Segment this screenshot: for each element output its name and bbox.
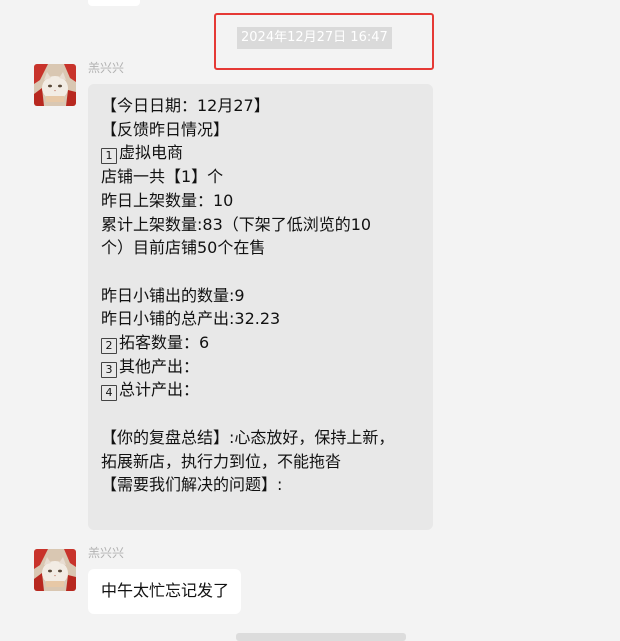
number-badge-icon: 4 xyxy=(101,385,117,402)
avatar-cat-icon xyxy=(34,549,76,591)
message-line xyxy=(101,402,421,426)
message-line: 拓展新店，执行力到位，不能拖沓 xyxy=(101,450,421,474)
message-text: 昨日小铺出的数量:9 xyxy=(101,285,245,305)
sender-name: 羔兴兴 xyxy=(88,61,125,75)
message-line: 4 总计产出： xyxy=(101,378,421,402)
message-text: 拓客数量：6 xyxy=(119,333,210,353)
message-line: 3 其他产出： xyxy=(101,355,421,379)
number-badge-icon: 1 xyxy=(101,148,117,165)
message-line: 2 拓客数量：6 xyxy=(101,331,421,355)
message-text: 累计上架数量:83（下架了低浏览的10 xyxy=(101,214,372,234)
previous-message-bubble xyxy=(88,0,140,6)
next-message-edge xyxy=(236,633,406,641)
message-text: 【反馈昨日情况】 xyxy=(101,119,230,139)
message-line: 【反馈昨日情况】 xyxy=(101,118,421,142)
message-text: 个）目前店铺50个在售 xyxy=(101,238,266,258)
message-text: 昨日上架数量：10 xyxy=(101,190,234,210)
message-text: 昨日小铺的总产出:32.23 xyxy=(101,309,281,329)
message-line: 累计上架数量:83（下架了低浏览的10 xyxy=(101,213,421,237)
message-line: 1 虚拟电商 xyxy=(101,141,421,165)
message-text: 店铺一共【1】个 xyxy=(101,167,224,187)
message-bubble[interactable]: 【今日日期：12月27】 【反馈昨日情况】 1 虚拟电商 店铺一共【1】个 昨日上架数量：… xyxy=(88,84,433,530)
avatar[interactable] xyxy=(34,64,76,106)
message-line: 中午太忙忘记发了 xyxy=(101,579,229,603)
message-text: 拓展新店，执行力到位，不能拖沓 xyxy=(101,451,342,471)
message-line: 【你的复盘总结】:心态放好，保持上新， xyxy=(101,426,421,450)
number-badge-icon: 2 xyxy=(101,338,117,355)
message-text: 【需要我们解决的问题】: xyxy=(101,475,283,495)
message-text: 其他产出： xyxy=(119,356,200,376)
message-bubble[interactable]: 中午太忙忘记发了 xyxy=(88,569,242,614)
message-line: 【今日日期：12月27】 xyxy=(101,94,421,118)
message-line: 昨日小铺的总产出:32.23 xyxy=(101,307,421,331)
message-text: 虚拟电商 xyxy=(119,143,184,163)
sender-name: 羔兴兴 xyxy=(88,546,125,560)
message-line: 店铺一共【1】个 xyxy=(101,165,421,189)
message-text: 总计产出： xyxy=(119,380,200,400)
message-line: 昨日小铺出的数量:9 xyxy=(101,284,421,308)
avatar[interactable] xyxy=(34,549,76,591)
message-text: 【今日日期：12月27】 xyxy=(101,96,270,115)
number-badge-icon: 3 xyxy=(101,361,117,378)
message-line xyxy=(101,260,421,284)
message-text: 【你的复盘总结】:心态放好，保持上新， xyxy=(101,427,395,447)
message-line: 【需要我们解决的问题】: xyxy=(101,473,421,497)
message-line: 昨日上架数量：10 xyxy=(101,189,421,213)
message-text: 中午太忙忘记发了 xyxy=(101,581,230,600)
avatar-cat-icon xyxy=(34,64,76,106)
message-timestamp: 2024年12月27日 16:47 xyxy=(237,27,392,49)
message-line: 个）目前店铺50个在售 xyxy=(101,236,421,260)
